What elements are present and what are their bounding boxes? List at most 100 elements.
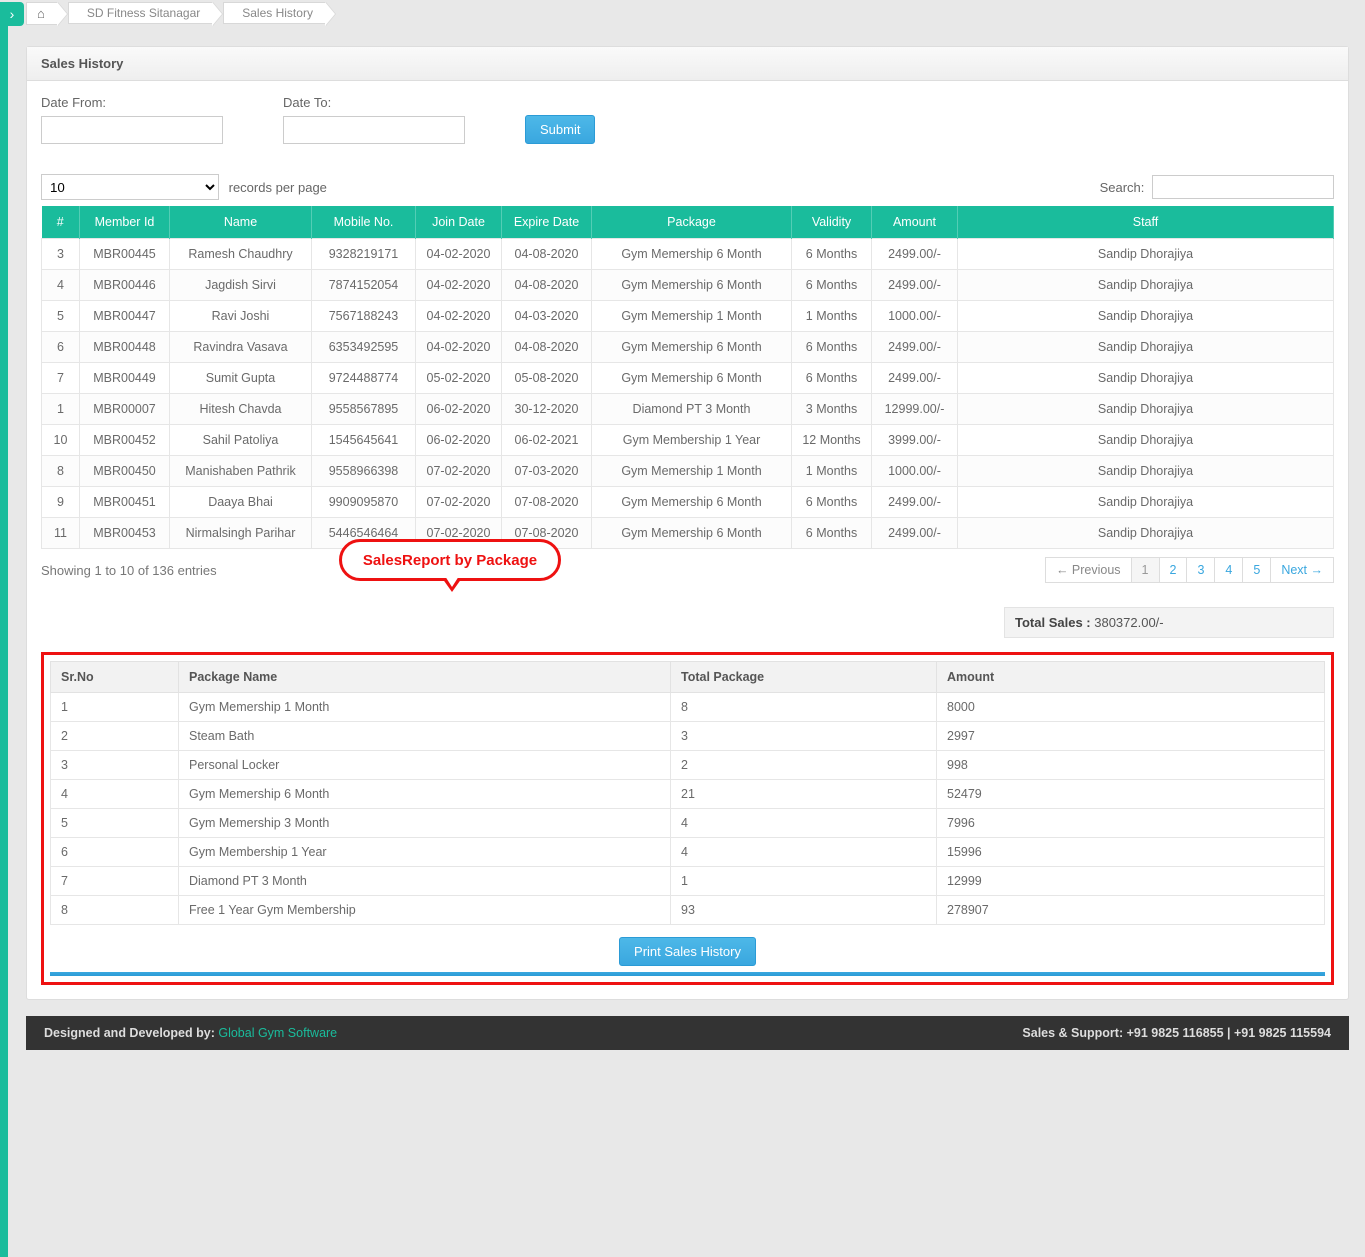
print-sales-button[interactable]: Print Sales History [619, 937, 756, 966]
cell-mob: 9724488774 [312, 363, 416, 394]
cell-amt: 12999.00/- [872, 394, 958, 425]
submit-button[interactable]: Submit [525, 115, 595, 144]
table-row: 9MBR00451Daaya Bhai990909587007-02-20200… [42, 487, 1334, 518]
pager-page-2[interactable]: 2 [1159, 557, 1188, 583]
pkg-row: 4Gym Memership 6 Month2152479 [51, 780, 1325, 809]
cell-n: 8 [42, 456, 80, 487]
pkg-cell-amt: 7996 [937, 809, 1325, 838]
cell-id: MBR00445 [80, 239, 170, 270]
cell-exp: 04-08-2020 [502, 270, 592, 301]
date-to-label: Date To: [283, 95, 465, 110]
cell-name: Nirmalsingh Parihar [170, 518, 312, 549]
cell-join: 06-02-2020 [416, 425, 502, 456]
package-table: Sr.No Package Name Total Package Amount … [50, 661, 1325, 925]
pkg-cell-tot: 4 [671, 838, 937, 867]
breadcrumb-page[interactable]: Sales History [223, 2, 326, 24]
cell-amt: 2499.00/- [872, 518, 958, 549]
col-package[interactable]: Package [592, 206, 792, 239]
sidebar-toggle[interactable]: › [0, 2, 24, 26]
cell-n: 10 [42, 425, 80, 456]
cell-val: 1 Months [792, 456, 872, 487]
pkg-col-name: Package Name [179, 662, 671, 693]
pkg-col-amount: Amount [937, 662, 1325, 693]
cell-val: 1 Months [792, 301, 872, 332]
sales-history-panel: Sales History Date From: Date To: Submit [26, 46, 1349, 1000]
pkg-cell-name: Gym Memership 6 Month [179, 780, 671, 809]
cell-id: MBR00452 [80, 425, 170, 456]
cell-amt: 3999.00/- [872, 425, 958, 456]
pkg-cell-tot: 8 [671, 693, 937, 722]
pager: ← Previous12345Next → [1046, 557, 1334, 583]
footer-credit-link[interactable]: Global Gym Software [218, 1026, 337, 1040]
pager-page-1[interactable]: 1 [1131, 557, 1160, 583]
pkg-cell-amt: 8000 [937, 693, 1325, 722]
pkg-cell-name: Free 1 Year Gym Membership [179, 896, 671, 925]
pkg-cell-n: 3 [51, 751, 179, 780]
cell-name: Manishaben Pathrik [170, 456, 312, 487]
search-input[interactable] [1152, 175, 1334, 199]
per-page-select[interactable]: 10 [41, 174, 219, 200]
pkg-cell-n: 2 [51, 722, 179, 751]
breadcrumb-home[interactable]: ⌂ [26, 2, 58, 25]
pager-next[interactable]: Next → [1270, 557, 1334, 583]
table-row: 10MBR00452Sahil Patoliya154564564106-02-… [42, 425, 1334, 456]
cell-n: 6 [42, 332, 80, 363]
cell-exp: 30-12-2020 [502, 394, 592, 425]
per-page-suffix: records per page [229, 180, 327, 195]
pkg-cell-n: 1 [51, 693, 179, 722]
date-from-input[interactable] [41, 116, 223, 144]
pager-page-3[interactable]: 3 [1186, 557, 1215, 583]
cell-n: 7 [42, 363, 80, 394]
breadcrumb-branch[interactable]: SD Fitness Sitanagar [68, 2, 213, 24]
pkg-cell-amt: 998 [937, 751, 1325, 780]
pkg-cell-name: Gym Memership 3 Month [179, 809, 671, 838]
pkg-cell-amt: 12999 [937, 867, 1325, 896]
site-footer: Designed and Developed by: Global Gym So… [26, 1016, 1349, 1050]
cell-join: 04-02-2020 [416, 239, 502, 270]
cell-n: 1 [42, 394, 80, 425]
col-staff[interactable]: Staff [958, 206, 1334, 239]
cell-staff: Sandip Dhorajiya [958, 270, 1334, 301]
pager-page-4[interactable]: 4 [1214, 557, 1243, 583]
callout-annotation: SalesReport by Package [339, 539, 561, 581]
cell-exp: 06-02-2021 [502, 425, 592, 456]
pager-prev[interactable]: ← Previous [1045, 557, 1132, 583]
cell-id: MBR00453 [80, 518, 170, 549]
pager-page-5[interactable]: 5 [1242, 557, 1271, 583]
pkg-cell-name: Diamond PT 3 Month [179, 867, 671, 896]
table-row: 7MBR00449Sumit Gupta972448877405-02-2020… [42, 363, 1334, 394]
col-expire[interactable]: Expire Date [502, 206, 592, 239]
cell-amt: 2499.00/- [872, 363, 958, 394]
footer-left-prefix: Designed and Developed by: [44, 1026, 218, 1040]
cell-n: 11 [42, 518, 80, 549]
date-from-label: Date From: [41, 95, 223, 110]
cell-amt: 2499.00/- [872, 270, 958, 301]
col-index[interactable]: # [42, 206, 80, 239]
cell-mob: 9909095870 [312, 487, 416, 518]
cell-amt: 1000.00/- [872, 301, 958, 332]
cell-pkg: Gym Memership 6 Month [592, 239, 792, 270]
search-label: Search: [1100, 180, 1145, 195]
cell-name: Sahil Patoliya [170, 425, 312, 456]
cell-mob: 7874152054 [312, 270, 416, 301]
cell-exp: 04-03-2020 [502, 301, 592, 332]
col-amount[interactable]: Amount [872, 206, 958, 239]
pkg-row: 7Diamond PT 3 Month112999 [51, 867, 1325, 896]
col-memberid[interactable]: Member Id [80, 206, 170, 239]
pkg-cell-amt: 2997 [937, 722, 1325, 751]
home-icon: ⌂ [37, 6, 45, 21]
date-to-input[interactable] [283, 116, 465, 144]
col-name[interactable]: Name [170, 206, 312, 239]
cell-mob: 7567188243 [312, 301, 416, 332]
pkg-cell-amt: 52479 [937, 780, 1325, 809]
pkg-cell-tot: 1 [671, 867, 937, 896]
col-validity[interactable]: Validity [792, 206, 872, 239]
cell-n: 3 [42, 239, 80, 270]
pkg-cell-n: 8 [51, 896, 179, 925]
cell-exp: 04-08-2020 [502, 239, 592, 270]
col-join[interactable]: Join Date [416, 206, 502, 239]
pkg-row: 8Free 1 Year Gym Membership93278907 [51, 896, 1325, 925]
cell-pkg: Gym Memership 6 Month [592, 270, 792, 301]
pkg-cell-n: 6 [51, 838, 179, 867]
col-mobile[interactable]: Mobile No. [312, 206, 416, 239]
